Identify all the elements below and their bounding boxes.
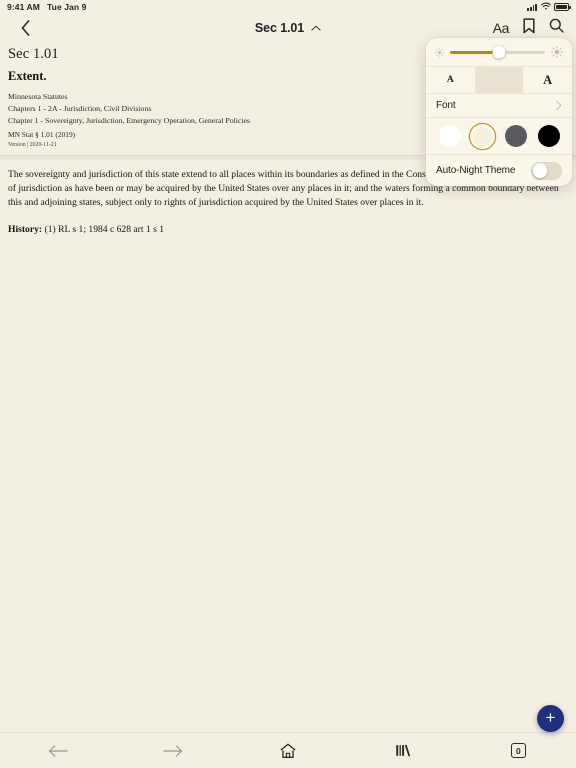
font-size-row: A A bbox=[426, 67, 572, 93]
document-history: History: (1) RL s 1; 1984 c 628 art 1 s … bbox=[0, 210, 576, 235]
history-value: (1) RL s 1; 1984 c 628 art 1 s 1 bbox=[44, 224, 165, 236]
home-icon bbox=[280, 743, 296, 758]
reader-screen: 9:41 AM Tue Jan 9 Sec 1.01 Aa Sec 1.01 E… bbox=[0, 0, 576, 768]
bottom-home-button[interactable] bbox=[230, 733, 345, 768]
text-settings-popover: A A Font Auto-Night Theme bbox=[426, 38, 572, 186]
tab-count-icon: 0 bbox=[510, 743, 526, 758]
plus-icon: + bbox=[545, 708, 556, 727]
bottom-back-button[interactable] bbox=[0, 733, 115, 768]
bottom-forward-button[interactable] bbox=[115, 733, 230, 768]
bottom-library-button[interactable] bbox=[346, 733, 461, 768]
status-bar-right bbox=[527, 2, 571, 12]
toggle-knob bbox=[532, 163, 548, 178]
theme-swatches-row bbox=[426, 118, 572, 154]
theme-swatch-white[interactable] bbox=[437, 124, 462, 149]
arrow-right-icon bbox=[163, 744, 182, 757]
brightness-row bbox=[426, 38, 572, 66]
add-button[interactable]: + bbox=[537, 705, 564, 732]
cellular-bars-icon bbox=[527, 3, 537, 11]
nav-actions: Aa bbox=[493, 17, 564, 39]
brightness-slider[interactable] bbox=[450, 45, 545, 59]
bookmark-icon[interactable] bbox=[523, 17, 535, 39]
bottom-toolbar: 0 bbox=[0, 732, 576, 768]
arrow-left-icon bbox=[48, 744, 68, 757]
auto-night-theme-toggle[interactable] bbox=[531, 161, 562, 180]
font-picker-row[interactable]: Font bbox=[426, 94, 572, 117]
back-button[interactable] bbox=[12, 15, 38, 41]
sun-small-icon bbox=[435, 47, 444, 57]
auto-night-theme-row: Auto-Night Theme bbox=[426, 155, 572, 186]
increase-font-size-button[interactable]: A bbox=[523, 67, 572, 93]
theme-swatch-sepia[interactable] bbox=[470, 124, 495, 149]
tab-count-value: 0 bbox=[516, 745, 521, 756]
search-icon[interactable] bbox=[549, 18, 564, 38]
divider bbox=[474, 67, 524, 93]
theme-swatch-black[interactable] bbox=[536, 124, 561, 149]
auto-night-theme-label: Auto-Night Theme bbox=[436, 165, 516, 176]
font-picker-label: Font bbox=[436, 100, 456, 111]
decrease-font-size-button[interactable]: A bbox=[426, 67, 475, 93]
status-time: 9:41 AM bbox=[7, 2, 40, 12]
brightness-slider-knob[interactable] bbox=[492, 45, 506, 59]
status-bar: 9:41 AM Tue Jan 9 bbox=[0, 0, 576, 14]
status-bar-left: 9:41 AM Tue Jan 9 bbox=[7, 2, 86, 12]
history-label: History: bbox=[8, 224, 43, 236]
text-settings-button[interactable]: Aa bbox=[493, 21, 510, 35]
swatch-color bbox=[537, 125, 560, 147]
page-title[interactable]: Sec 1.01 bbox=[255, 21, 304, 35]
status-date: Tue Jan 9 bbox=[46, 2, 87, 12]
chevron-up-icon[interactable] bbox=[311, 25, 321, 31]
swatch-color bbox=[473, 126, 492, 146]
swatch-color bbox=[438, 125, 461, 147]
theme-swatch-gray[interactable] bbox=[503, 124, 528, 149]
chevron-right-icon bbox=[556, 100, 562, 111]
sun-large-icon bbox=[551, 46, 563, 58]
bottom-tabs-button[interactable]: 0 bbox=[461, 733, 576, 768]
chevron-left-icon bbox=[21, 20, 29, 36]
wifi-icon bbox=[540, 2, 551, 12]
battery-full-icon bbox=[554, 3, 571, 11]
swatch-color bbox=[504, 125, 527, 147]
library-icon bbox=[396, 744, 411, 757]
